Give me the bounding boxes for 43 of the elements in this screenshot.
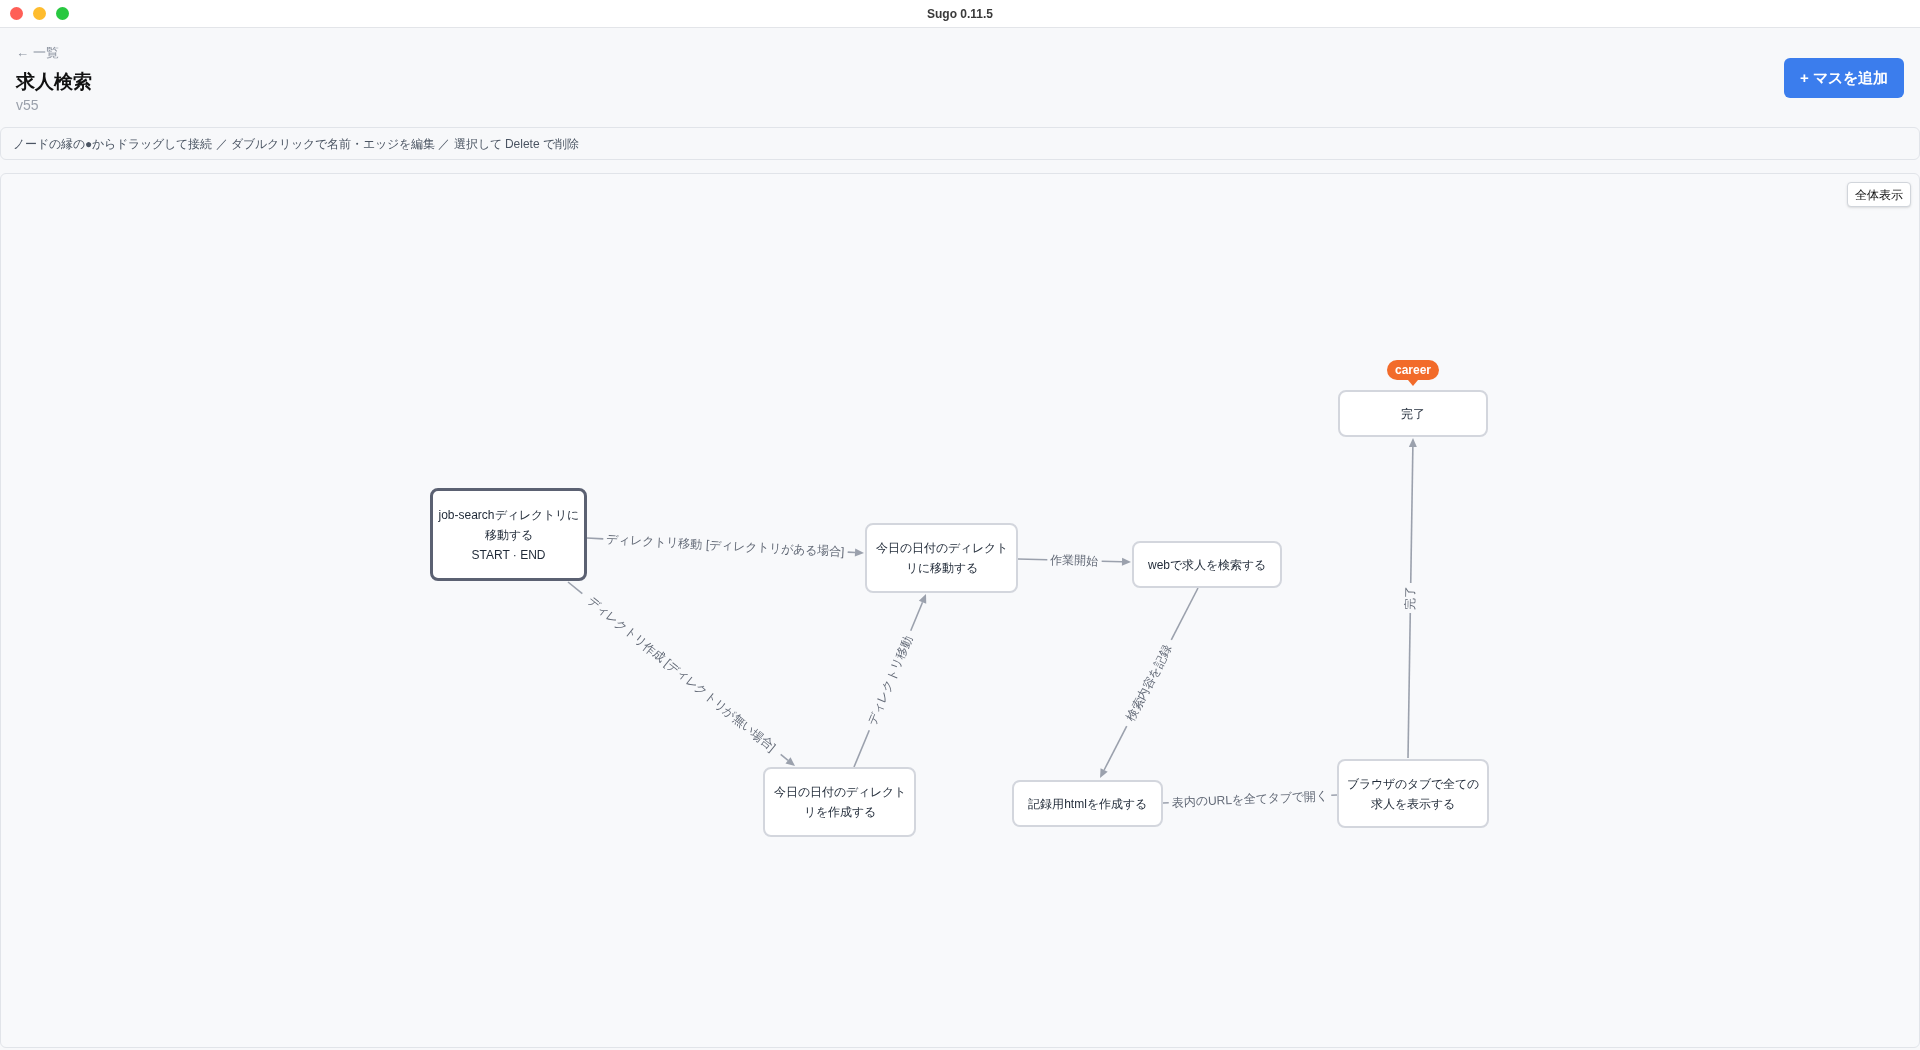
node-label: 完了 <box>1401 405 1425 423</box>
edge-label: ディレクトリ移動 <box>865 633 915 728</box>
node-label: 今日の日付のディレクトリに移動する <box>874 540 1009 577</box>
edge-arrow[interactable] <box>1100 557 1131 566</box>
edge-line[interactable] <box>1407 612 1412 759</box>
flow-node[interactable]: job-searchディレクトリに移動する START · END <box>430 488 587 581</box>
edge-label: 完了 <box>1403 585 1418 611</box>
hint-bar: ノードの縁の●からドラッグして接続 ／ ダブルクリックで名前・エッジを編集 ／ 選択して Delete で削除 <box>0 127 1920 160</box>
edge-arrow[interactable] <box>846 548 864 557</box>
flow-node[interactable]: 今日の日付のディレクトリを作成する <box>763 767 916 837</box>
edge-arrow[interactable] <box>779 753 795 766</box>
node-label: ブラウザのタブで全ての求人を表示する <box>1346 775 1480 813</box>
edge-line[interactable] <box>586 537 605 540</box>
flow-node[interactable]: ブラウザのタブで全ての求人を表示する <box>1337 759 1489 828</box>
add-node-button[interactable]: + マスを追加 <box>1784 58 1904 98</box>
node-label: webで求人を検索する <box>1148 556 1266 574</box>
flow-node[interactable]: 完了 <box>1338 390 1488 437</box>
node-label: job-searchディレクトリに移動する <box>437 506 580 544</box>
flow-node[interactable]: webで求人を検索する <box>1132 541 1282 588</box>
maximize-icon[interactable] <box>56 7 69 20</box>
flow-node[interactable]: 記録用htmlを作成する <box>1012 780 1163 827</box>
edge-arrow[interactable] <box>1100 725 1128 778</box>
edge-label: 作業開始 <box>1050 552 1099 569</box>
node-label: 記録用htmlを作成する <box>1028 795 1147 813</box>
edge-line[interactable] <box>1017 558 1049 561</box>
edge-label: ディレクトリ作成 [ディレクトリが無い場合] <box>584 593 779 755</box>
close-icon[interactable] <box>10 7 23 20</box>
edge-line[interactable] <box>1170 587 1199 641</box>
edge-arrow[interactable] <box>909 594 927 632</box>
edge-line[interactable] <box>853 729 871 768</box>
edge-label: 検索内容を記録 <box>1123 642 1175 724</box>
page-title: 求人検索 <box>16 70 92 94</box>
edge-label: 表内のURLを全てタブで開く <box>1171 788 1329 810</box>
edge-arrow[interactable] <box>1408 438 1417 584</box>
node-label: 今日の日付のディレクトリを作成する <box>772 784 907 821</box>
edge-label: ディレクトリ移動 [ディレクトリがある場合] <box>606 532 845 559</box>
node-role-label: START · END <box>471 546 546 564</box>
edge-line[interactable] <box>567 581 584 595</box>
flow-node[interactable]: 今日の日付のディレクトリに移動する <box>865 523 1018 593</box>
fit-view-button[interactable]: 全体表示 <box>1847 182 1911 207</box>
window-title: Sugo 0.11.5 <box>927 5 993 23</box>
version-label: v55 <box>16 96 39 115</box>
minimize-icon[interactable] <box>33 7 46 20</box>
